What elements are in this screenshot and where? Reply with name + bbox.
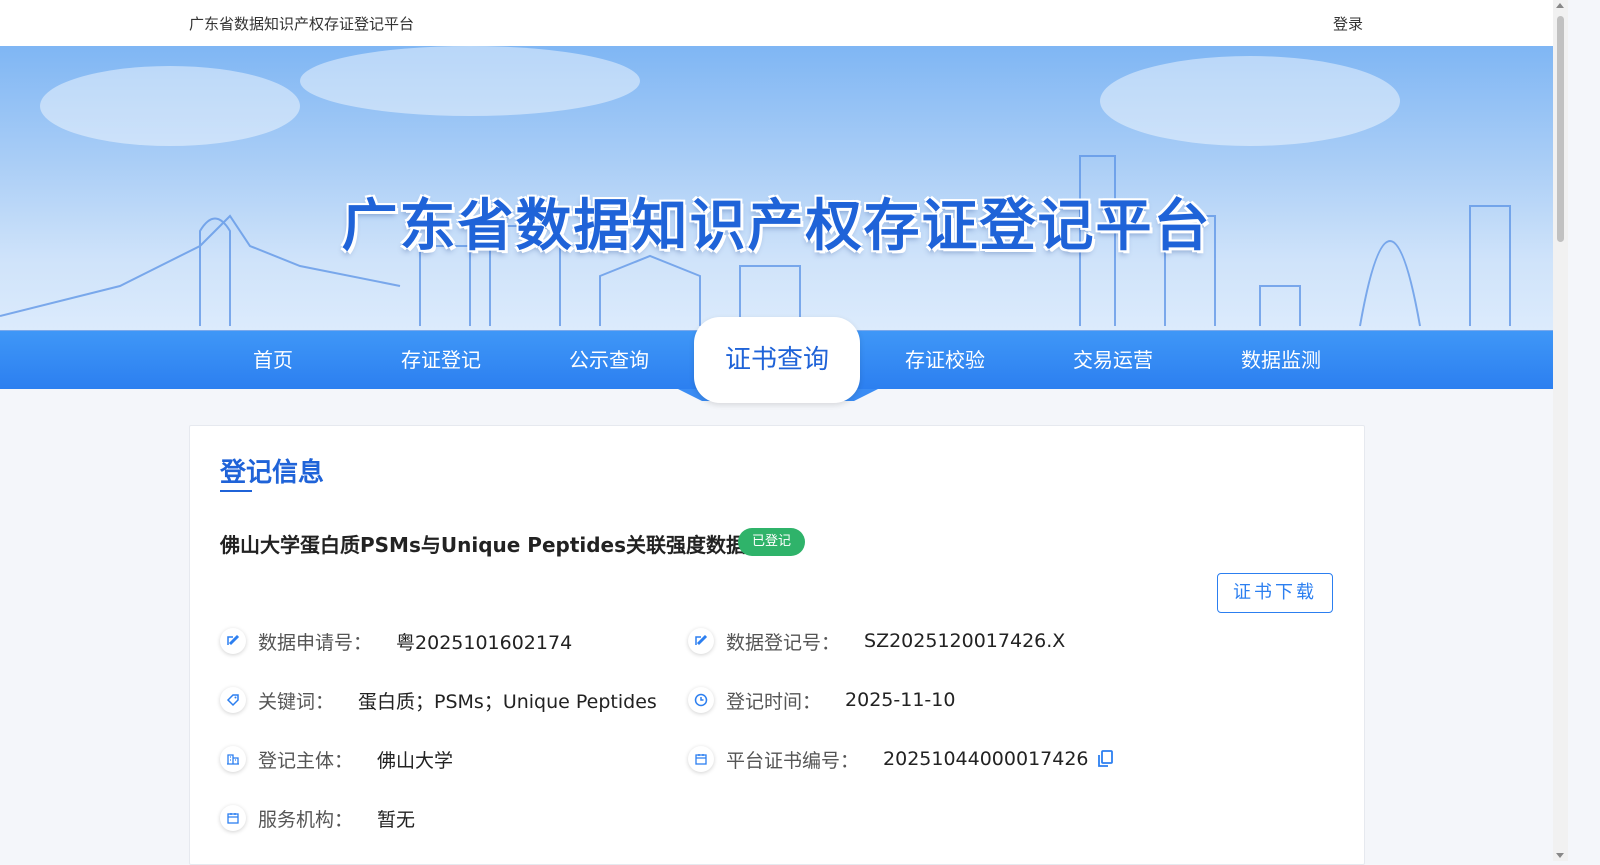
keywords-label: 关键词：: [258, 690, 335, 713]
nav-item-public-query[interactable]: 公示查询: [534, 331, 684, 389]
nav-item-verification[interactable]: 存证校验: [870, 331, 1020, 389]
certificate-no-label: 平台证书编号：: [726, 749, 860, 772]
section-title: 登记信息: [220, 458, 325, 488]
field-service-org: 服务机构： 暂无: [220, 801, 415, 835]
registration-no-label: 数据登记号：: [726, 631, 841, 654]
main-nav: 首页 存证登记 公示查询 证书查询 存证校验 交易运营 数据监测: [0, 317, 1553, 403]
registration-time-value: 2025-11-10: [845, 689, 956, 711]
field-registration-no: 数据登记号： SZ2025120017426.X: [688, 624, 1065, 658]
registration-info-card: 登记信息 佛山大学蛋白质PSMs与Unique Peptides关联强度数据集 …: [189, 425, 1365, 865]
record-title: 佛山大学蛋白质PSMs与Unique Peptides关联强度数据集: [220, 533, 767, 557]
top-bar: 广东省数据知识产权存证登记平台 登录: [0, 0, 1553, 46]
scroll-up-arrow[interactable]: [1556, 3, 1564, 8]
building-icon: [220, 746, 246, 772]
field-certificate-no: 平台证书编号： 20251044000017426: [688, 742, 1113, 776]
calendar-icon: [220, 805, 246, 831]
registration-no-value: SZ2025120017426.X: [864, 630, 1066, 652]
application-no-value: 粤2025101602174: [396, 631, 573, 654]
registration-time-label: 登记时间：: [726, 690, 822, 713]
field-keywords: 关键词： 蛋白质；PSMs；Unique Peptides: [220, 683, 657, 717]
nav-item-trading[interactable]: 交易运营: [1038, 331, 1188, 389]
keywords-value: 蛋白质；PSMs；Unique Peptides: [358, 690, 657, 713]
hero-title: 广东省数据知识产权存证登记平台: [341, 194, 1212, 259]
service-org-value: 暂无: [377, 808, 416, 831]
service-org-label: 服务机构：: [258, 808, 354, 831]
calendar-icon: [688, 746, 714, 772]
nav-item-certificate-query[interactable]: 证书查询: [694, 317, 860, 403]
clock-icon: [688, 687, 714, 713]
field-subject: 登记主体： 佛山大学: [220, 742, 453, 776]
subject-value: 佛山大学: [377, 749, 454, 772]
tag-icon: [220, 687, 246, 713]
field-registration-time: 登记时间： 2025-11-10: [688, 683, 955, 717]
certificate-no-value: 20251044000017426: [883, 748, 1089, 770]
login-link[interactable]: 登录: [1333, 13, 1363, 34]
edit-icon: [220, 628, 246, 654]
scroll-down-arrow[interactable]: [1556, 853, 1564, 858]
site-name: 广东省数据知识产权存证登记平台: [189, 15, 415, 33]
nav-item-monitoring[interactable]: 数据监测: [1206, 331, 1356, 389]
hero-banner: 广东省数据知识产权存证登记平台: [0, 46, 1553, 331]
field-application-no: 数据申请号： 粤2025101602174: [220, 624, 572, 658]
edit-icon: [688, 628, 714, 654]
application-no-label: 数据申请号：: [258, 631, 373, 654]
nav-item-home[interactable]: 首页: [198, 331, 348, 389]
status-badge: 已登记: [738, 528, 806, 556]
nav-item-register[interactable]: 存证登记: [366, 331, 516, 389]
subject-label: 登记主体：: [258, 749, 354, 772]
scrollbar-thumb[interactable]: [1557, 16, 1564, 242]
copy-icon[interactable]: [1097, 750, 1113, 768]
vertical-scrollbar[interactable]: [1553, 0, 1568, 861]
certificate-download-button[interactable]: 证书下载: [1217, 573, 1333, 613]
section-title-underline: [220, 490, 252, 492]
